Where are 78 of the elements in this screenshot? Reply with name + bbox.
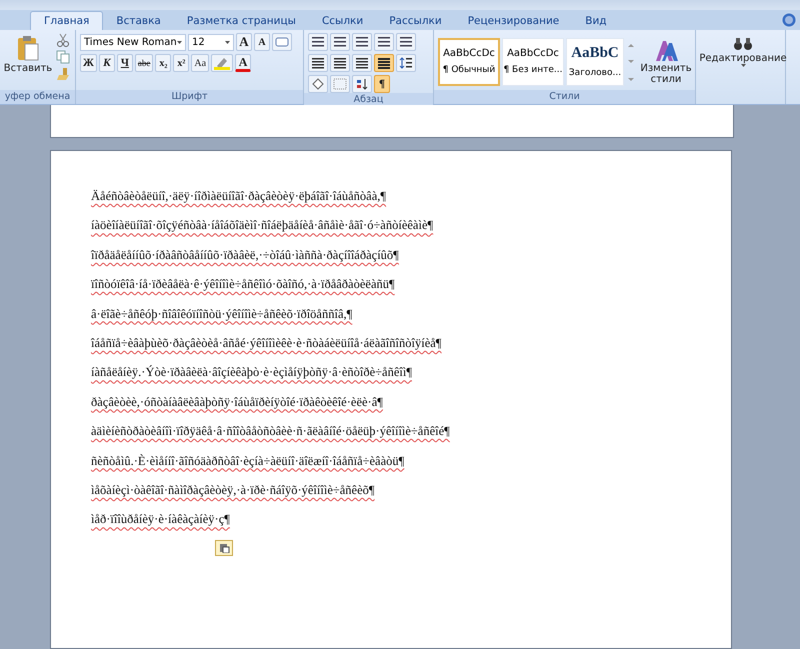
change-case-button[interactable]: Aa [191,54,210,72]
bold-button[interactable]: Ж [80,54,97,72]
align-left-button[interactable] [308,54,328,72]
dropdown-arrow-icon [177,40,182,44]
scissors-icon[interactable] [56,33,70,47]
ribbon-tab[interactable]: Рецензирование [454,12,572,30]
bullets-button[interactable] [308,33,328,51]
list-icon [311,36,325,48]
clear-format-button[interactable] [272,33,292,51]
align-center-button[interactable] [330,54,350,72]
text-line: â·ëîãè÷åñêóþ·ñîâîêóïíîñòü·ýêîíîìè÷åñêèõ·ïðîöåññîâ,¶ [91,306,354,323]
line-spacing-icon [399,57,413,69]
subscript-button[interactable]: x₂ [155,54,172,72]
multilevel-button[interactable] [352,33,372,51]
numbering-button[interactable] [330,33,350,51]
change-styles-button[interactable]: Изменить стили [638,36,694,86]
paste-options-button[interactable] [215,540,233,556]
borders-icon [333,78,347,90]
group-label: Шрифт [76,90,303,104]
show-marks-button[interactable]: ¶ [374,75,390,93]
style-tile[interactable]: AaBbC Заголово... [566,38,624,86]
ribbon-tab[interactable]: Разметка страницы [174,12,309,30]
align-icon [311,57,325,69]
text-line: îïðåäåëåííûõ·íðàâñòâåííûõ·ïðàâèë,·÷òîáû·ìàññà·ðàçíîîáðàçíûõ¶ [91,248,400,264]
sort-icon [355,78,369,90]
align-icon [333,57,347,69]
text-line: ìåð·ïîîùðåíèÿ·è·íàêàçàíèÿ·ç¶ [91,512,231,528]
text-line: ñèñòåìû.·È·èìåííî·ãîñóäàðñòâî·èçíà÷àëüíî·äîëæíî·îáåñïå÷èâàòü¶ [91,454,406,470]
sort-button[interactable] [352,75,372,93]
list-icon [333,36,347,48]
strikethrough-button[interactable]: abe [134,54,154,72]
underline-button[interactable]: Ч [116,54,133,72]
clipboard-icon [218,542,230,553]
ribbon-tab[interactable]: Рассылки [376,12,455,30]
group-label: Стили [434,90,695,104]
list-icon [355,36,369,48]
italic-button[interactable]: К [98,54,115,72]
dropdown-arrow-icon [225,40,230,44]
text-line: ðàçâèòèè,·óñòàíàâëèâàþòñÿ·îáùåïðèíÿòîé·ïðàêòèêîé·èëè·â¶ [91,394,384,411]
editing-button[interactable]: Редактирование [700,33,786,104]
text-line: ïîñòóïêîâ·íå·ïðèâåëà·ê·ýêîíîìè÷åñêîìó·õàîñó,·à·ïðåâðàòèëàñü¶ [91,277,396,294]
justify-button[interactable] [374,54,394,72]
ribbon-tab[interactable]: Главная [30,11,104,30]
text-line: íàñåëåíèÿ.·Ýòè·ïðàâèëà·âîçíèêàþò·è·èçìåíÿþòñÿ·â·èñòîðè÷åñêîì¶ [91,365,413,382]
text-line: àäìèíèñòðàòèâíîì·ïîðÿäêå·â·ñîîòâåòñòâèè·ñ·ãëàâíîé·öåëüþ·ýêîíîìè÷åñêîé¶ [91,424,451,440]
letters-icon [653,38,679,62]
shading-button[interactable] [308,75,328,93]
dropdown-arrow-icon [740,64,746,67]
group-label: уфер обмена [0,90,75,104]
list-icon [377,36,391,48]
text-line: îáåñïå÷èâàþùèõ·ðàçâèòèå·âñåé·ýêîíîìèêè·è·ñòàáèëüíîå·áëàãîñîñòîÿíèå¶ [91,336,442,352]
align-right-button[interactable] [352,54,372,72]
superscript-button[interactable]: x² [173,54,190,72]
highlight-button[interactable] [211,54,234,72]
ribbon-tab[interactable]: Вид [572,12,620,30]
paste-button[interactable]: Вставить [4,33,52,90]
highlighter-icon [214,56,230,70]
indent-button[interactable] [396,33,416,51]
style-tile[interactable]: AaBbCcDc ¶ Без инте... [502,38,564,86]
shrink-font-button[interactable]: A [254,33,270,51]
outdent-button[interactable] [374,33,394,51]
binoculars-icon [732,35,754,53]
justify-icon [377,57,391,69]
ribbon-tab[interactable]: Вставка [103,12,174,30]
list-icon [399,36,413,48]
clipboard-icon [16,35,40,63]
help-icon[interactable] [782,13,796,27]
text-line: Äåéñòâèòåëüíî,·äëÿ·íîðìàëüíîãî·ðàçâèòèÿ·ëþáîãî·îáùåñòâà,¶ [91,189,388,205]
style-tile[interactable]: AaBbCcDc ¶ Обычный [438,38,500,86]
font-name-field[interactable]: Times New Roman [80,34,186,50]
align-icon [355,57,369,69]
line-spacing-button[interactable] [396,54,416,72]
ribbon-tab[interactable]: Ссылки [308,12,376,30]
font-color-button[interactable]: A [235,54,252,72]
text-line: ìåõàíèçì·òàêîãî·ñàìîðàçâèòèÿ,·à·ïðè·ñáîÿõ·ýêîíîìè÷åñêèõ¶ [91,482,376,499]
text-line: íàöèîíàëüíîãî·õîçÿéñòâà·íåîáõîäèìî·ñîáëþäåíèå·âñåìè·åãî·ó÷àñòíèêàìè¶ [91,218,434,234]
grow-font-button[interactable]: A [236,33,252,51]
font-size-field[interactable]: 12 [188,34,234,50]
